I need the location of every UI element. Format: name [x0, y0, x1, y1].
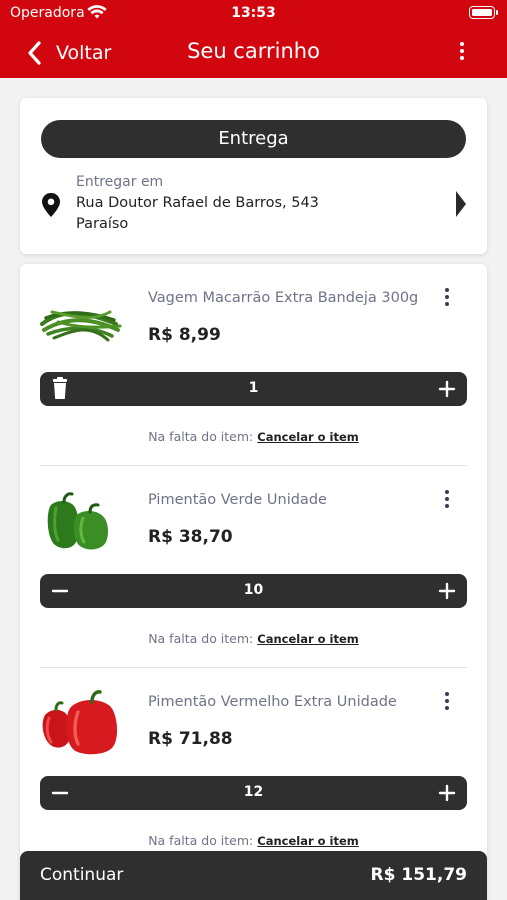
shortage-option: Na falta do item: Cancelar o item — [20, 631, 487, 646]
delivery-card: Entrega Entregar em Rua Doutor Rafael de… — [20, 98, 487, 254]
cart-item: Vagem Macarrão Extra Bandeja 300g R$ 8,9… — [20, 264, 487, 466]
shortage-option: Na falta do item: Cancelar o item — [20, 429, 487, 444]
item-price: R$ 38,70 — [148, 527, 233, 547]
shortage-option: Na falta do item: Cancelar o item — [20, 833, 487, 848]
quantity-value: 10 — [243, 582, 264, 598]
item-options-button[interactable] — [442, 490, 452, 512]
more-vertical-icon — [445, 288, 449, 292]
cart-total: R$ 151,79 — [370, 865, 467, 885]
item-name: Vagem Macarrão Extra Bandeja 300g — [148, 290, 419, 306]
increase-quantity-button[interactable] — [429, 372, 465, 406]
quantity-value: 12 — [243, 784, 264, 800]
quantity-value: 1 — [248, 380, 259, 396]
plus-icon — [438, 784, 456, 802]
delivery-address-street: Rua Doutor Rafael de Barros, 543 — [76, 195, 319, 211]
more-vertical-icon — [445, 490, 449, 494]
delivery-address-row[interactable]: Entregar em Rua Doutor Rafael de Barros,… — [20, 170, 487, 240]
delivery-address-district: Paraíso — [76, 216, 129, 232]
cancel-item-link[interactable]: Cancelar o item — [257, 834, 359, 848]
delivery-mode-button[interactable]: Entrega — [41, 120, 466, 158]
status-time: 13:53 — [231, 5, 276, 21]
more-vertical-icon — [460, 42, 464, 46]
status-bar: Operadora 13:53 — [0, 0, 507, 28]
quantity-stepper: 10 — [40, 574, 467, 608]
plus-icon — [438, 582, 456, 600]
more-options-button[interactable] — [457, 42, 467, 64]
cancel-item-link[interactable]: Cancelar o item — [257, 430, 359, 444]
item-name: Pimentão Verde Unidade — [148, 492, 327, 508]
item-options-button[interactable] — [442, 692, 452, 714]
product-image-green-peppers — [47, 492, 108, 550]
app-header: Operadora 13:53 Voltar Seu carrinho — [0, 0, 507, 78]
cancel-item-link[interactable]: Cancelar o item — [257, 632, 359, 646]
product-image-red-peppers — [42, 690, 118, 755]
cart-item: Pimentão Vermelho Extra Unidade R$ 71,88… — [20, 668, 487, 870]
shortage-label: Na falta do item: — [148, 429, 254, 444]
item-options-button[interactable] — [442, 288, 452, 310]
battery-icon — [469, 6, 498, 19]
item-price: R$ 8,99 — [148, 325, 221, 345]
quantity-stepper: 1 — [40, 372, 467, 406]
caret-right-icon — [456, 191, 466, 217]
delivery-address-label: Entregar em — [76, 174, 164, 190]
quantity-stepper: 12 — [40, 776, 467, 810]
continue-button[interactable]: Continuar R$ 151,79 — [20, 851, 487, 900]
item-price: R$ 71,88 — [148, 729, 233, 749]
item-name: Pimentão Vermelho Extra Unidade — [148, 694, 397, 710]
more-vertical-icon — [445, 692, 449, 696]
cart-items-card: Vagem Macarrão Extra Bandeja 300g R$ 8,9… — [20, 264, 487, 900]
plus-icon — [438, 380, 456, 398]
continue-label: Continuar — [40, 865, 124, 885]
shortage-label: Na falta do item: — [148, 631, 254, 646]
navigation-bar: Voltar Seu carrinho — [0, 28, 507, 78]
page-title: Seu carrinho — [187, 39, 320, 63]
product-image-green-beans — [40, 310, 122, 342]
location-pin-icon — [42, 193, 60, 217]
increase-quantity-button[interactable] — [429, 574, 465, 608]
increase-quantity-button[interactable] — [429, 776, 465, 810]
cart-item: Pimentão Verde Unidade R$ 38,70 10 Na fa… — [20, 466, 487, 668]
shortage-label: Na falta do item: — [148, 833, 254, 848]
